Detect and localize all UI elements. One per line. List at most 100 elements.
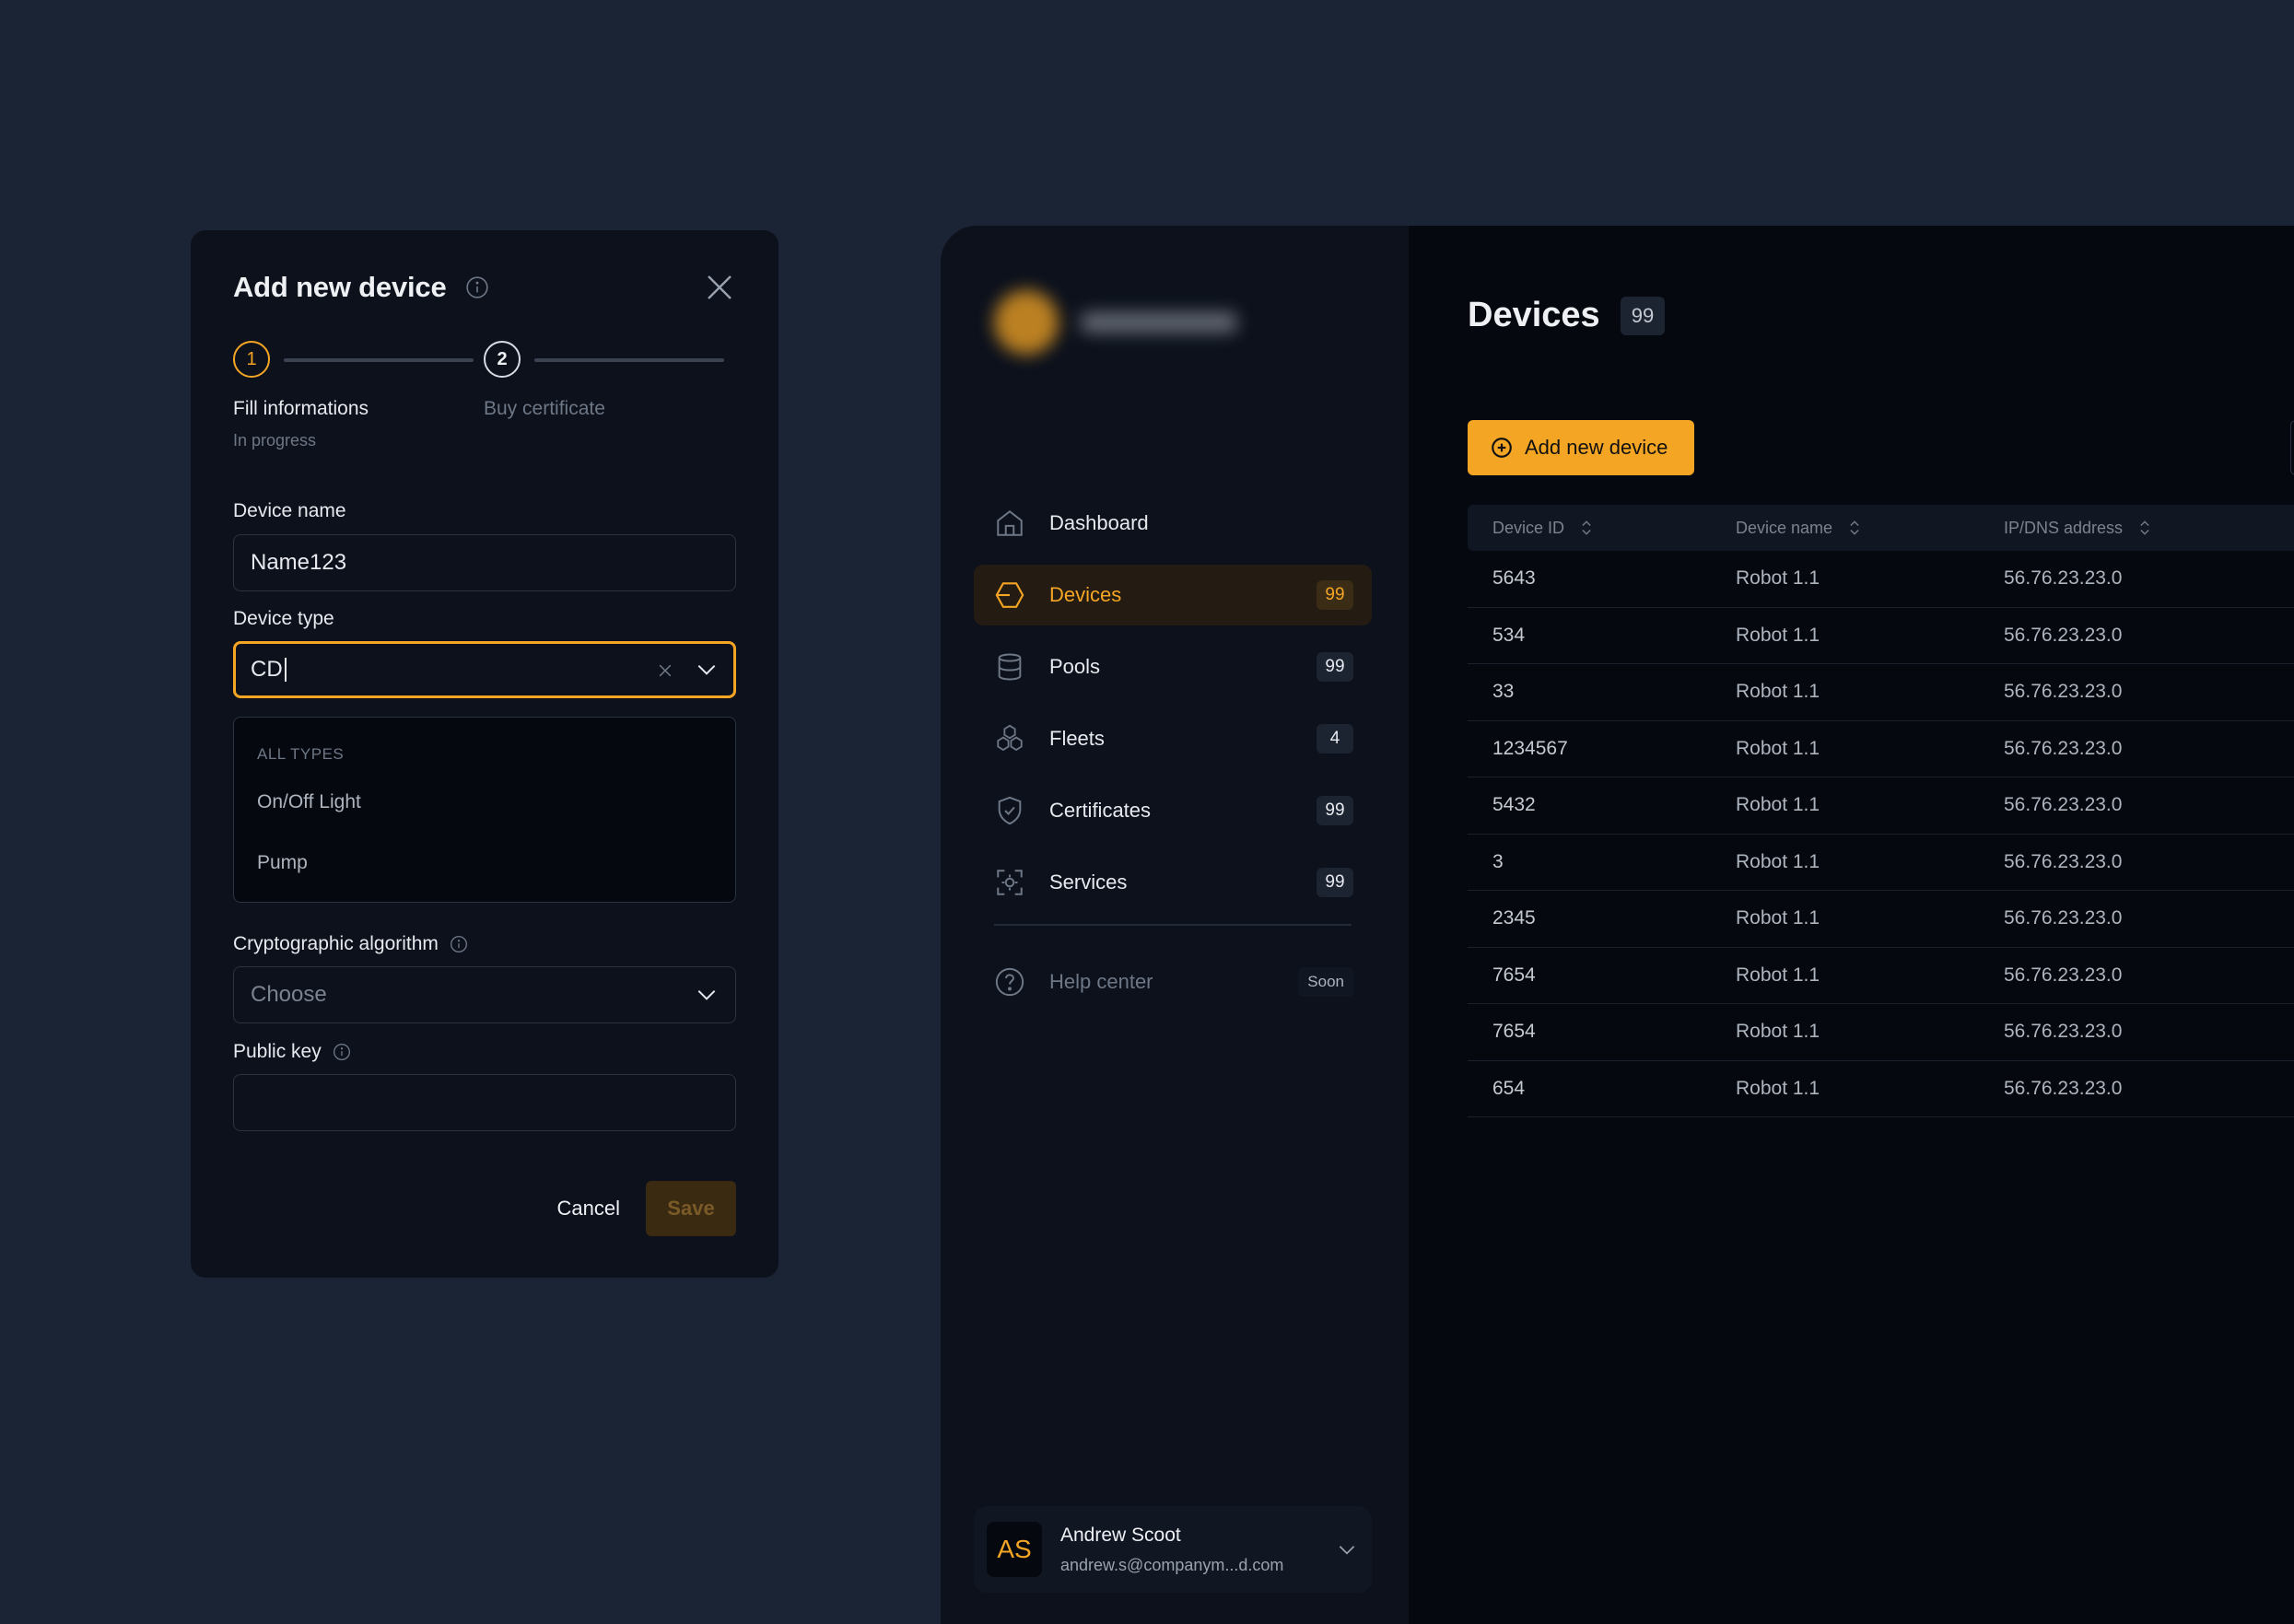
close-icon[interactable] bbox=[703, 271, 736, 304]
plus-circle-icon bbox=[1490, 436, 1514, 460]
public-key-input[interactable] bbox=[233, 1074, 736, 1131]
step-number: 1 bbox=[233, 341, 270, 378]
table-row[interactable]: 7654 Robot 1.1 56.76.23.23.0 bbox=[1468, 1004, 2294, 1061]
cell-device-id: 5643 bbox=[1492, 567, 1536, 590]
chevron-down-icon[interactable] bbox=[695, 983, 719, 1007]
cell-ip-address: 56.76.23.23.0 bbox=[2004, 567, 2123, 590]
sidebar-item-label: Services bbox=[1049, 870, 1128, 894]
sidebar-item-label: Dashboard bbox=[1049, 511, 1149, 534]
logo-wordmark bbox=[1081, 312, 1237, 333]
table-header: Device ID Device name IP/DNS address bbox=[1468, 505, 2294, 551]
table-row[interactable]: 7654 Robot 1.1 56.76.23.23.0 bbox=[1468, 948, 2294, 1004]
device-name-value: Name123 bbox=[251, 550, 347, 575]
sort-icon[interactable] bbox=[2136, 519, 2154, 537]
sidebar-item-help-center[interactable]: Help center Soon bbox=[974, 952, 1372, 1012]
soon-badge: Soon bbox=[1298, 967, 1353, 997]
logo bbox=[994, 281, 1252, 364]
count-badge: 99 bbox=[1317, 796, 1353, 825]
cancel-button[interactable]: Cancel bbox=[557, 1197, 620, 1221]
chevron-down-icon[interactable] bbox=[695, 658, 719, 682]
add-device-modal: Add new device 1 Fill informations In pr… bbox=[191, 230, 778, 1278]
cell-device-id: 3 bbox=[1492, 850, 1504, 872]
cell-ip-address: 56.76.23.23.0 bbox=[2004, 907, 2123, 929]
crypto-algorithm-label-text: Cryptographic algorithm bbox=[233, 933, 439, 954]
public-key-label-text: Public key bbox=[233, 1041, 322, 1062]
info-icon[interactable] bbox=[450, 935, 468, 953]
device-name-label: Device name bbox=[233, 500, 346, 521]
column-header-device-name[interactable]: Device name bbox=[1736, 519, 2004, 538]
info-icon[interactable] bbox=[333, 1043, 351, 1061]
device-name-input[interactable]: Name123 bbox=[233, 534, 736, 591]
cell-device-name: Robot 1.1 bbox=[1736, 1021, 1820, 1043]
table-row[interactable]: 534 Robot 1.1 56.76.23.23.0 bbox=[1468, 608, 2294, 664]
table-row[interactable]: 33 Robot 1.1 56.76.23.23.0 bbox=[1468, 664, 2294, 721]
sidebar-nav: Dashboard Devices 99 Pools 99 Fleets 4 C… bbox=[974, 493, 1372, 1023]
crypto-algorithm-label: Cryptographic algorithm bbox=[233, 933, 468, 955]
add-new-device-button[interactable]: Add new device bbox=[1468, 420, 1694, 475]
table-row[interactable]: 5643 Robot 1.1 56.76.23.23.0 bbox=[1468, 551, 2294, 608]
crypto-algorithm-select[interactable]: Choose bbox=[233, 966, 736, 1023]
step-number: 2 bbox=[484, 341, 521, 378]
column-label: IP/DNS address bbox=[2004, 518, 2124, 537]
table-row[interactable]: 1234567 Robot 1.1 56.76.23.23.0 bbox=[1468, 721, 2294, 777]
cell-ip-address: 56.76.23.23.0 bbox=[2004, 1077, 2123, 1099]
count-badge: 99 bbox=[1317, 580, 1353, 610]
text-caret bbox=[284, 658, 287, 682]
page-title: Devices bbox=[1468, 296, 1600, 334]
cell-device-name: Robot 1.1 bbox=[1736, 567, 1820, 590]
toolbar-edge-control[interactable] bbox=[2290, 420, 2294, 475]
table-row[interactable]: 654 Robot 1.1 56.76.23.23.0 bbox=[1468, 1061, 2294, 1117]
sidebar-item-fleets[interactable]: Fleets 4 bbox=[974, 708, 1372, 769]
table-row[interactable]: 2345 Robot 1.1 56.76.23.23.0 bbox=[1468, 891, 2294, 948]
table-row[interactable]: 3 Robot 1.1 56.76.23.23.0 bbox=[1468, 835, 2294, 891]
cell-ip-address: 56.76.23.23.0 bbox=[2004, 737, 2123, 759]
clear-icon[interactable] bbox=[656, 660, 674, 679]
chevron-down-icon[interactable] bbox=[1335, 1537, 1359, 1561]
user-name: Andrew Scoot bbox=[1060, 1524, 1181, 1546]
sidebar-item-dashboard[interactable]: Dashboard bbox=[974, 493, 1372, 554]
column-header-device-id[interactable]: Device ID bbox=[1468, 519, 1736, 538]
step-progress-line bbox=[534, 358, 724, 362]
cell-device-name: Robot 1.1 bbox=[1736, 624, 1820, 646]
cell-device-name: Robot 1.1 bbox=[1736, 737, 1820, 759]
public-key-label: Public key bbox=[233, 1041, 351, 1063]
sort-icon[interactable] bbox=[1577, 519, 1596, 537]
cell-device-id: 1234567 bbox=[1492, 737, 1568, 759]
step-label: Buy certificate bbox=[484, 398, 605, 419]
sidebar-item-pools[interactable]: Pools 99 bbox=[974, 637, 1372, 697]
stepper: 1 Fill informations In progress 2 Buy ce… bbox=[233, 341, 736, 470]
cell-device-name: Robot 1.1 bbox=[1736, 907, 1820, 929]
cell-ip-address: 56.76.23.23.0 bbox=[2004, 1021, 2123, 1043]
table-row[interactable]: 5432 Robot 1.1 56.76.23.23.0 bbox=[1468, 777, 2294, 835]
sidebar-item-label: Pools bbox=[1049, 655, 1101, 678]
sidebar-divider bbox=[994, 924, 1352, 926]
scan-gear-icon bbox=[994, 867, 1025, 898]
user-email: andrew.s@companym...d.com bbox=[1060, 1555, 1284, 1574]
cell-device-id: 7654 bbox=[1492, 964, 1536, 986]
sidebar-item-certificates[interactable]: Certificates 99 bbox=[974, 780, 1372, 841]
save-button[interactable]: Save bbox=[646, 1181, 736, 1236]
user-menu[interactable]: AS Andrew Scoot andrew.s@companym...d.co… bbox=[974, 1506, 1372, 1593]
info-icon[interactable] bbox=[465, 275, 489, 299]
count-badge: 99 bbox=[1317, 868, 1353, 897]
sidebar: Dashboard Devices 99 Pools 99 Fleets 4 C… bbox=[941, 226, 1409, 1624]
cell-device-id: 534 bbox=[1492, 624, 1526, 646]
cell-device-id: 654 bbox=[1492, 1077, 1526, 1099]
sort-icon[interactable] bbox=[1845, 519, 1864, 537]
step-progress-line bbox=[284, 358, 474, 362]
cell-device-id: 5432 bbox=[1492, 794, 1536, 816]
cell-device-name: Robot 1.1 bbox=[1736, 850, 1820, 872]
column-header-ip-dns[interactable]: IP/DNS address bbox=[2004, 519, 2294, 538]
dropdown-group-header: ALL TYPES bbox=[257, 745, 345, 763]
device-type-combobox[interactable]: CD bbox=[233, 641, 736, 698]
sidebar-item-devices[interactable]: Devices 99 bbox=[974, 565, 1372, 625]
modal-title: Add new device bbox=[233, 271, 447, 303]
cell-device-id: 33 bbox=[1492, 681, 1515, 703]
dropdown-option[interactable]: Pump bbox=[257, 852, 308, 874]
sidebar-item-services[interactable]: Services 99 bbox=[974, 852, 1372, 913]
device-type-value: CD bbox=[251, 657, 283, 682]
step-label: Fill informations bbox=[233, 398, 369, 419]
dropdown-option[interactable]: On/Off Light bbox=[257, 791, 361, 813]
database-icon bbox=[994, 651, 1025, 683]
cell-device-name: Robot 1.1 bbox=[1736, 681, 1820, 703]
